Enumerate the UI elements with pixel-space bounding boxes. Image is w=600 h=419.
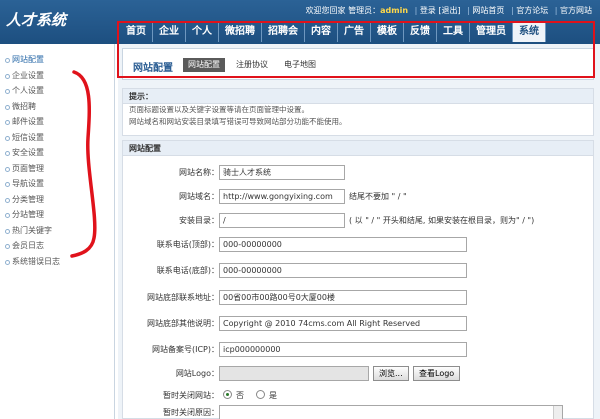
address-input[interactable]: 00省00市00路00号0大厦00楼 [219, 290, 467, 305]
header-links: 欢迎您回家 管理员：admin | 登录 [退出] | 网站首页 | 官方论坛 … [305, 6, 592, 15]
tel-top-label: 联系电话(顶部)： [156, 240, 219, 249]
annotation-rectangle [117, 21, 595, 78]
site-home-link[interactable]: 网站首页 [472, 6, 504, 15]
site-name-label: 网站名称： [179, 168, 219, 177]
login-link[interactable]: 登录 [420, 6, 436, 15]
official-forum-link[interactable]: 官方论坛 [516, 6, 548, 15]
logo-file-input[interactable] [219, 366, 369, 381]
browse-button[interactable]: 浏览... [373, 366, 409, 381]
install-dir-label: 安装目录： [179, 216, 219, 225]
row-other: 网站底部其他说明： Copyright @ 2010 74cms.com All… [123, 316, 595, 332]
close-reason-label: 暂时关闭原因： [163, 408, 219, 417]
main-content: 网站配置 网站配置 注册协议 电子地图 提示： 页面标题设置以及关键字设置等请在… [118, 44, 600, 419]
row-logo: 网站Logo： 浏览... 查看Logo [123, 366, 595, 382]
row-address: 网站底部联系地址： 00省00市00路00号0大厦00楼 [123, 290, 595, 306]
row-close-site: 暂时关闭网站： 否 是 [123, 388, 595, 404]
official-site-link[interactable]: 官方网站 [560, 6, 592, 15]
tips-line-1: 页面标题设置以及关键字设置等请在页面管理中设置。 [129, 105, 309, 114]
domain-input[interactable]: http://www.gongyixing.com [219, 189, 345, 204]
address-label: 网站底部联系地址： [147, 293, 219, 302]
row-close-reason: 暂时关闭原因： [123, 405, 595, 419]
close-site-yes-label: 是 [269, 391, 277, 400]
logo-label: 网站Logo： [175, 369, 219, 378]
tips-panel: 提示： 页面标题设置以及关键字设置等请在页面管理中设置。 网站域名和网站安装目录… [122, 88, 594, 136]
close-site-yes-radio[interactable] [256, 390, 265, 399]
close-site-no-radio[interactable] [223, 390, 232, 399]
tel-top-input[interactable]: 000-00000000 [219, 237, 467, 252]
config-form: 网站配置 网站名称： 骑士人才系统 网站域名： http://www.gongy… [122, 140, 594, 419]
tips-title: 提示： [123, 89, 593, 104]
welcome-text: 欢迎您回家 管理员： [305, 6, 381, 15]
close-reason-textarea[interactable] [219, 405, 563, 419]
row-site-name: 网站名称： 骑士人才系统 [123, 165, 595, 181]
close-site-label: 暂时关闭网站： [163, 391, 219, 400]
close-site-no-label: 否 [236, 391, 244, 400]
textarea-scrollbar[interactable] [553, 406, 562, 419]
domain-label: 网站域名： [179, 192, 219, 201]
row-icp: 网站备案号(ICP)： icp000000000 [123, 342, 595, 358]
form-title: 网站配置 [123, 141, 593, 156]
site-name-input[interactable]: 骑士人才系统 [219, 165, 345, 180]
row-install-dir: 安装目录： / ( 以 " / " 开头和结尾, 如果安装在根目录，则为" / … [123, 213, 595, 229]
annotation-bracket [70, 70, 97, 258]
tips-line-2: 网站域名和网站安装目录填写错误可导致网站部分功能不能使用。 [129, 117, 347, 126]
icp-input[interactable]: icp000000000 [219, 342, 467, 357]
admin-username: admin [380, 6, 409, 15]
domain-hint: 结尾不要加 " / " [349, 192, 407, 201]
row-domain: 网站域名： http://www.gongyixing.com 结尾不要加 " … [123, 189, 595, 205]
icp-label: 网站备案号(ICP)： [151, 345, 219, 354]
row-tel-bottom: 联系电话(底部)： 000-00000000 [123, 263, 595, 279]
logout-link[interactable]: [退出] [438, 6, 460, 15]
tel-bottom-input[interactable]: 000-00000000 [219, 263, 467, 278]
row-tel-top: 联系电话(顶部)： 000-00000000 [123, 237, 595, 253]
install-dir-hint: ( 以 " / " 开头和结尾, 如果安装在根目录，则为" / ") [349, 216, 535, 225]
tel-bottom-label: 联系电话(底部)： [156, 266, 219, 275]
other-input[interactable]: Copyright @ 2010 74cms.com All Right Res… [219, 316, 467, 331]
other-label: 网站底部其他说明： [147, 319, 219, 328]
app-logo: 人才系统 [6, 11, 67, 29]
view-logo-button[interactable]: 查看Logo [413, 366, 461, 381]
install-dir-input[interactable]: / [219, 213, 345, 228]
sidebar-item-0[interactable]: 网站配置 [0, 52, 114, 68]
